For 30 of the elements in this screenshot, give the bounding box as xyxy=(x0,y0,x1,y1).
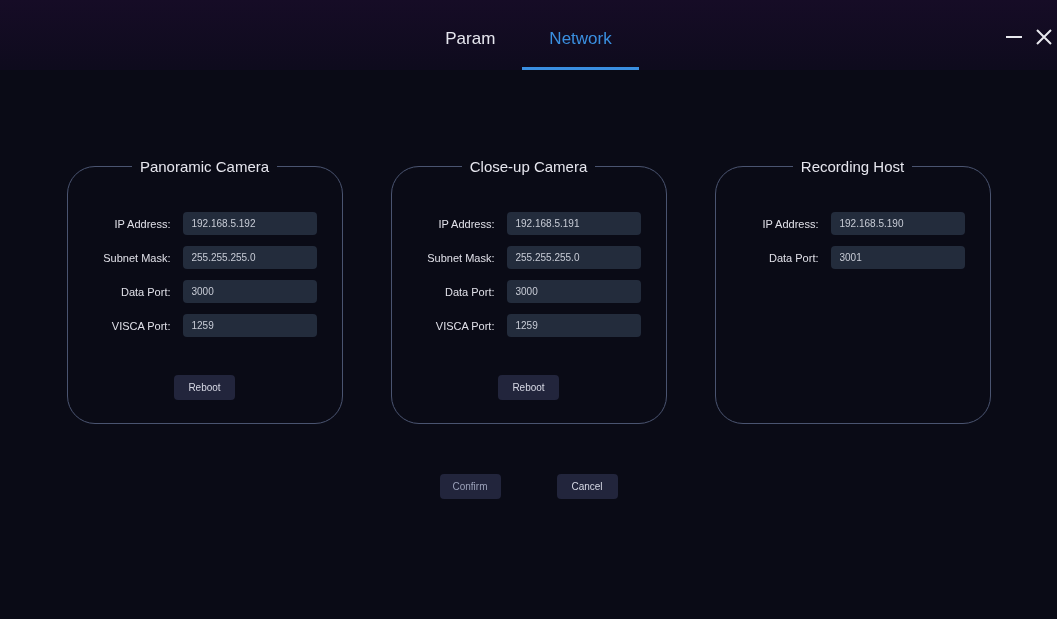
panel-title: Recording Host xyxy=(799,158,906,175)
field-label: Data Port: xyxy=(119,285,171,298)
input-field[interactable]: 3000 xyxy=(506,280,641,303)
input-field[interactable]: 255.255.255.0 xyxy=(506,246,641,269)
panel-title: Panoramic Camera xyxy=(138,158,271,175)
input-field[interactable]: 192.168.5.191 xyxy=(506,212,641,235)
input-field[interactable]: 192.168.5.192 xyxy=(182,212,317,235)
input-field[interactable]: 1259 xyxy=(506,314,641,337)
field-label: VISCA Port: xyxy=(110,319,171,332)
close-icon[interactable] xyxy=(1035,28,1053,46)
field-label: Subnet Mask: xyxy=(102,251,171,264)
field-label: VISCA Port: xyxy=(434,319,495,332)
input-field[interactable]: 3000 xyxy=(182,280,317,303)
confirm-button[interactable]: Confirm xyxy=(439,474,501,499)
input-field[interactable]: 255.255.255.0 xyxy=(182,246,317,269)
field-label: IP Address: xyxy=(437,217,495,230)
field-label: IP Address: xyxy=(761,217,819,230)
input-field[interactable]: 192.168.5.190 xyxy=(830,212,965,235)
tab[interactable]: Network xyxy=(522,29,639,70)
field-label: Data Port: xyxy=(767,251,819,264)
input-field[interactable]: 1259 xyxy=(182,314,317,337)
tab[interactable]: Param xyxy=(418,29,523,70)
field-label: Subnet Mask: xyxy=(426,251,495,264)
reboot-button[interactable]: Reboot xyxy=(174,375,235,400)
field-label: IP Address: xyxy=(113,217,171,230)
input-field[interactable]: 3001 xyxy=(830,246,965,269)
field-label: Data Port: xyxy=(443,285,495,298)
reboot-button[interactable]: Reboot xyxy=(498,375,559,400)
panel-title: Close-up Camera xyxy=(468,158,589,175)
cancel-button[interactable]: Cancel xyxy=(556,474,618,499)
